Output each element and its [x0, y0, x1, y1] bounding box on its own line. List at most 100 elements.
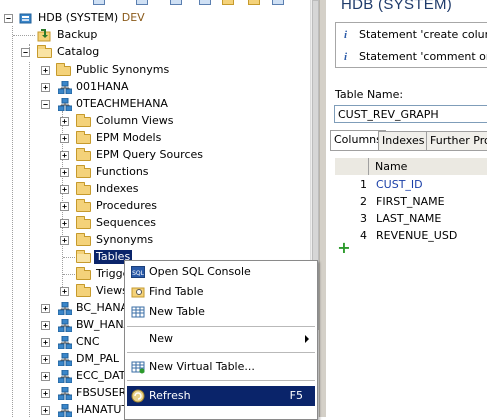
- expand-toggle[interactable]: +: [41, 66, 50, 75]
- add-column-icon[interactable]: +: [337, 240, 351, 256]
- toolbar-icon[interactable]: [136, 0, 148, 5]
- schema-icon: [57, 352, 73, 366]
- column-name-cell[interactable]: CUST_ID: [376, 176, 423, 191]
- expand-toggle[interactable]: +: [41, 83, 50, 92]
- expand-toggle[interactable]: +: [41, 321, 50, 330]
- info-icon: i: [344, 29, 348, 41]
- expand-toggle[interactable]: +: [60, 202, 69, 211]
- table-row[interactable]: 3 LAST_NAME: [335, 210, 487, 227]
- folder-icon[interactable]: [222, 0, 234, 5]
- tree-node-public-synonyms[interactable]: + Public Synonyms: [0, 62, 310, 79]
- name-column-header[interactable]: Name: [369, 158, 487, 175]
- expand-toggle[interactable]: +: [41, 338, 50, 347]
- collapse-toggle[interactable]: −: [4, 14, 13, 23]
- backup-icon: [36, 28, 52, 42]
- schema-icon: [57, 335, 73, 349]
- tree-label: CNC: [76, 335, 100, 348]
- expand-toggle[interactable]: +: [60, 219, 69, 228]
- folder-icon: [76, 284, 92, 298]
- folder-icon: [76, 114, 92, 128]
- table-name-input[interactable]: CUST_REV_GRAPH: [334, 105, 487, 123]
- menu-item-label: Find Table: [149, 285, 204, 298]
- message-box: i Statement 'create column ta i Statement …: [335, 22, 487, 68]
- folder-icon[interactable]: [248, 0, 260, 5]
- editor-title: HDB (SYSTEM): [341, 0, 453, 13]
- schema-icon: [57, 369, 73, 383]
- tab-further-properties[interactable]: Further Prop: [426, 131, 487, 150]
- folder-icon: [56, 63, 72, 77]
- expand-toggle[interactable]: +: [41, 372, 50, 381]
- collapse-toggle[interactable]: −: [21, 48, 30, 57]
- toolbar-icon[interactable]: [199, 0, 211, 5]
- column-name-cell[interactable]: FIRST_NAME: [376, 193, 445, 208]
- tree-node-folder[interactable]: + Synonyms: [0, 232, 310, 249]
- tree-node-folder[interactable]: + Procedures: [0, 198, 310, 215]
- message-text: Statement 'comment on colu: [359, 50, 487, 63]
- menu-item-label: New: [149, 332, 173, 345]
- menu-item-label: Open SQL Console: [149, 265, 251, 278]
- tree-node-backup[interactable]: Backup: [0, 27, 310, 44]
- table-row[interactable]: 4 REVENUE_USD: [335, 227, 487, 244]
- expand-toggle[interactable]: +: [60, 151, 69, 160]
- tree-label: Functions: [96, 165, 149, 178]
- tree-node-catalog[interactable]: − Catalog: [0, 44, 310, 61]
- tab-indexes[interactable]: Indexes: [378, 131, 429, 150]
- toolbar-icon[interactable]: [170, 0, 182, 5]
- schema-icon: [57, 318, 73, 332]
- context-menu: SQL Open SQL Console Find Table New Tabl…: [124, 260, 318, 420]
- menu-item-label: New Virtual Table...: [149, 360, 255, 373]
- table-icon: [131, 305, 145, 319]
- expand-toggle[interactable]: +: [60, 117, 69, 126]
- sql-console-icon: SQL: [131, 265, 145, 279]
- menu-item-find-table[interactable]: Find Table: [127, 282, 315, 302]
- schema-icon: [57, 97, 73, 111]
- folder-open-icon: [37, 45, 53, 59]
- info-icon: i: [344, 51, 348, 63]
- table-editor-panel: HDB (SYSTEM) i Statement 'create column t…: [327, 0, 487, 417]
- expand-toggle[interactable]: +: [41, 389, 50, 398]
- table-row[interactable]: 1 CUST_ID: [335, 176, 487, 193]
- folder-icon: [76, 182, 92, 196]
- shortcut-label: F5: [289, 389, 303, 402]
- column-name-cell[interactable]: REVENUE_USD: [376, 227, 457, 242]
- tree-node-folder[interactable]: + EPM Models: [0, 130, 310, 147]
- expand-toggle[interactable]: +: [60, 185, 69, 194]
- tree-node-folder[interactable]: + Functions: [0, 164, 310, 181]
- expand-toggle[interactable]: +: [60, 287, 69, 296]
- menu-item-new[interactable]: New: [127, 329, 315, 349]
- toolbar-icon[interactable]: [93, 0, 105, 5]
- refresh-icon: [131, 389, 145, 403]
- tree-label: EPM Query Sources: [96, 148, 204, 161]
- menu-item-new-virtual-table[interactable]: New Virtual Table...: [127, 357, 315, 377]
- tree-node-schema[interactable]: + 001HANA: [0, 79, 310, 96]
- folder-icon: [76, 216, 92, 230]
- toolbar-icon[interactable]: [272, 0, 284, 5]
- expand-toggle[interactable]: +: [60, 236, 69, 245]
- folder-icon: [76, 131, 92, 145]
- table-name-label: Table Name:: [335, 88, 404, 101]
- schema-icon: [57, 80, 73, 94]
- menu-item-open-sql-console[interactable]: SQL Open SQL Console: [127, 262, 315, 282]
- tree-node-folder[interactable]: + Indexes: [0, 181, 310, 198]
- tree-node-folder[interactable]: + EPM Query Sources: [0, 147, 310, 164]
- table-row[interactable]: 2 FIRST_NAME: [335, 193, 487, 210]
- tree-node-folder[interactable]: + Sequences: [0, 215, 310, 232]
- expand-toggle[interactable]: +: [60, 134, 69, 143]
- column-name-cell[interactable]: LAST_NAME: [376, 210, 441, 225]
- tree-node-root[interactable]: − HDB (SYSTEM) DEV: [0, 10, 310, 27]
- editor-tabs: Columns Indexes Further Prop: [330, 130, 487, 151]
- expand-toggle[interactable]: +: [41, 304, 50, 313]
- menu-item-new-table[interactable]: New Table: [127, 302, 315, 322]
- folder-icon: [76, 148, 92, 162]
- folder-icon: [76, 165, 92, 179]
- tree-node-folder[interactable]: + Column Views: [0, 113, 310, 130]
- collapse-toggle[interactable]: −: [41, 100, 50, 109]
- tree-node-schema-expanded[interactable]: − 0TEACHMEHANA: [0, 96, 310, 113]
- expand-toggle[interactable]: +: [41, 355, 50, 364]
- menu-item-refresh[interactable]: Refresh F5: [127, 386, 315, 406]
- expand-toggle[interactable]: +: [60, 168, 69, 177]
- schema-icon: [57, 386, 73, 400]
- panel-splitter[interactable]: [319, 0, 327, 417]
- expand-toggle[interactable]: +: [41, 406, 50, 415]
- virtual-table-icon: [131, 360, 145, 374]
